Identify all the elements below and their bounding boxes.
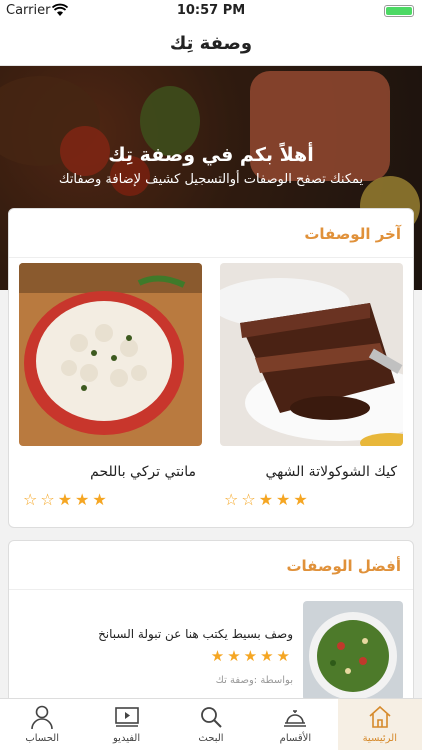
clock: 10:57 PM [176, 3, 246, 18]
star-empty-icon: ☆ [241, 490, 259, 509]
tab-label: الأقسام [279, 733, 312, 744]
best-recipes-card: أفضل الوصفات وصف بسيط يكتب هنا عن تبولة … [8, 540, 414, 710]
recipe-thumbnail [303, 601, 403, 701]
chocolate-cake-image [220, 263, 403, 446]
battery-icon [384, 5, 414, 17]
nav-title: وصفة تِك [0, 22, 422, 66]
star-filled-icon: ★ [260, 647, 277, 665]
best-recipe-item[interactable]: وصف بسيط يكتب هنا عن تبولة السبانخ ★★★★★… [9, 599, 413, 701]
user-icon [31, 705, 53, 730]
tab-categories[interactable]: الأقسام [253, 699, 337, 750]
star-empty-icon: ☆ [40, 490, 58, 509]
star-filled-icon: ★ [227, 647, 244, 665]
tab-label: الحساب [25, 733, 59, 744]
search-icon [201, 707, 222, 728]
rating-stars: ★★★★★ [207, 647, 293, 665]
star-filled-icon: ★ [243, 647, 261, 665]
star-empty-icon: ☆ [23, 490, 41, 509]
star-filled-icon: ★ [210, 647, 228, 665]
recipe-name: مانتي تركي باللحم [90, 464, 196, 480]
tab-home[interactable]: الرئيسية [337, 699, 422, 750]
star-filled-icon: ★ [276, 647, 293, 665]
recipe-card-manti[interactable]: مانتي تركي باللحم ☆☆★★★ [19, 263, 202, 509]
tab-label: البحث [198, 733, 224, 744]
divider [9, 589, 413, 590]
best-recipes-title: أفضل الوصفات [286, 557, 401, 575]
star-filled-icon: ★ [92, 490, 110, 509]
star-empty-icon: ☆ [224, 490, 242, 509]
tab-label: الرئيسية [362, 733, 398, 744]
divider [9, 257, 413, 258]
tab-video[interactable]: الفيديو [84, 699, 168, 750]
rating-stars: ☆☆★★★ [220, 490, 403, 509]
tab-account[interactable]: الحساب [0, 699, 84, 750]
recipe-image [19, 263, 202, 446]
home-icon [369, 705, 391, 728]
latest-recipes-card: آخر الوصفات كيك الشوكولاتة الشهي ☆☆★★★ م… [8, 208, 414, 528]
latest-recipes-title: آخر الوصفات [304, 225, 401, 243]
star-filled-icon: ★ [258, 490, 277, 509]
tabbouleh-image [303, 601, 403, 701]
star-filled-icon: ★ [57, 490, 76, 509]
recipe-name: كيك الشوكولاتة الشهي [265, 464, 397, 480]
star-filled-icon: ★ [293, 490, 311, 509]
star-filled-icon: ★ [276, 490, 294, 509]
recipe-description: وصف بسيط يكتب هنا عن تبولة السبانخ [98, 627, 293, 641]
tab-bar: الرئيسية الأقسام البحث الفيديو الحساب [0, 698, 422, 750]
recipe-image [220, 263, 403, 446]
star-filled-icon: ★ [75, 490, 93, 509]
recipe-author: بواسطة :وصفة تك [215, 675, 293, 686]
rating-stars: ☆☆★★★ [19, 490, 202, 509]
dish-icon [284, 710, 307, 727]
tab-search[interactable]: البحث [169, 699, 253, 750]
status-bar: Carrier 10:57 PM [0, 0, 422, 22]
manti-image [19, 263, 202, 446]
hero-title: أهلاً بكم في وصفة تِك [108, 144, 314, 166]
hero-subtitle: يمكنك تصفح الوصفات أوالتسجيل كشيف لإضافة… [58, 172, 364, 187]
recipe-card-chocolate-cake[interactable]: كيك الشوكولاتة الشهي ☆☆★★★ [220, 263, 403, 509]
tab-label: الفيديو [113, 733, 141, 744]
video-icon [114, 707, 139, 727]
